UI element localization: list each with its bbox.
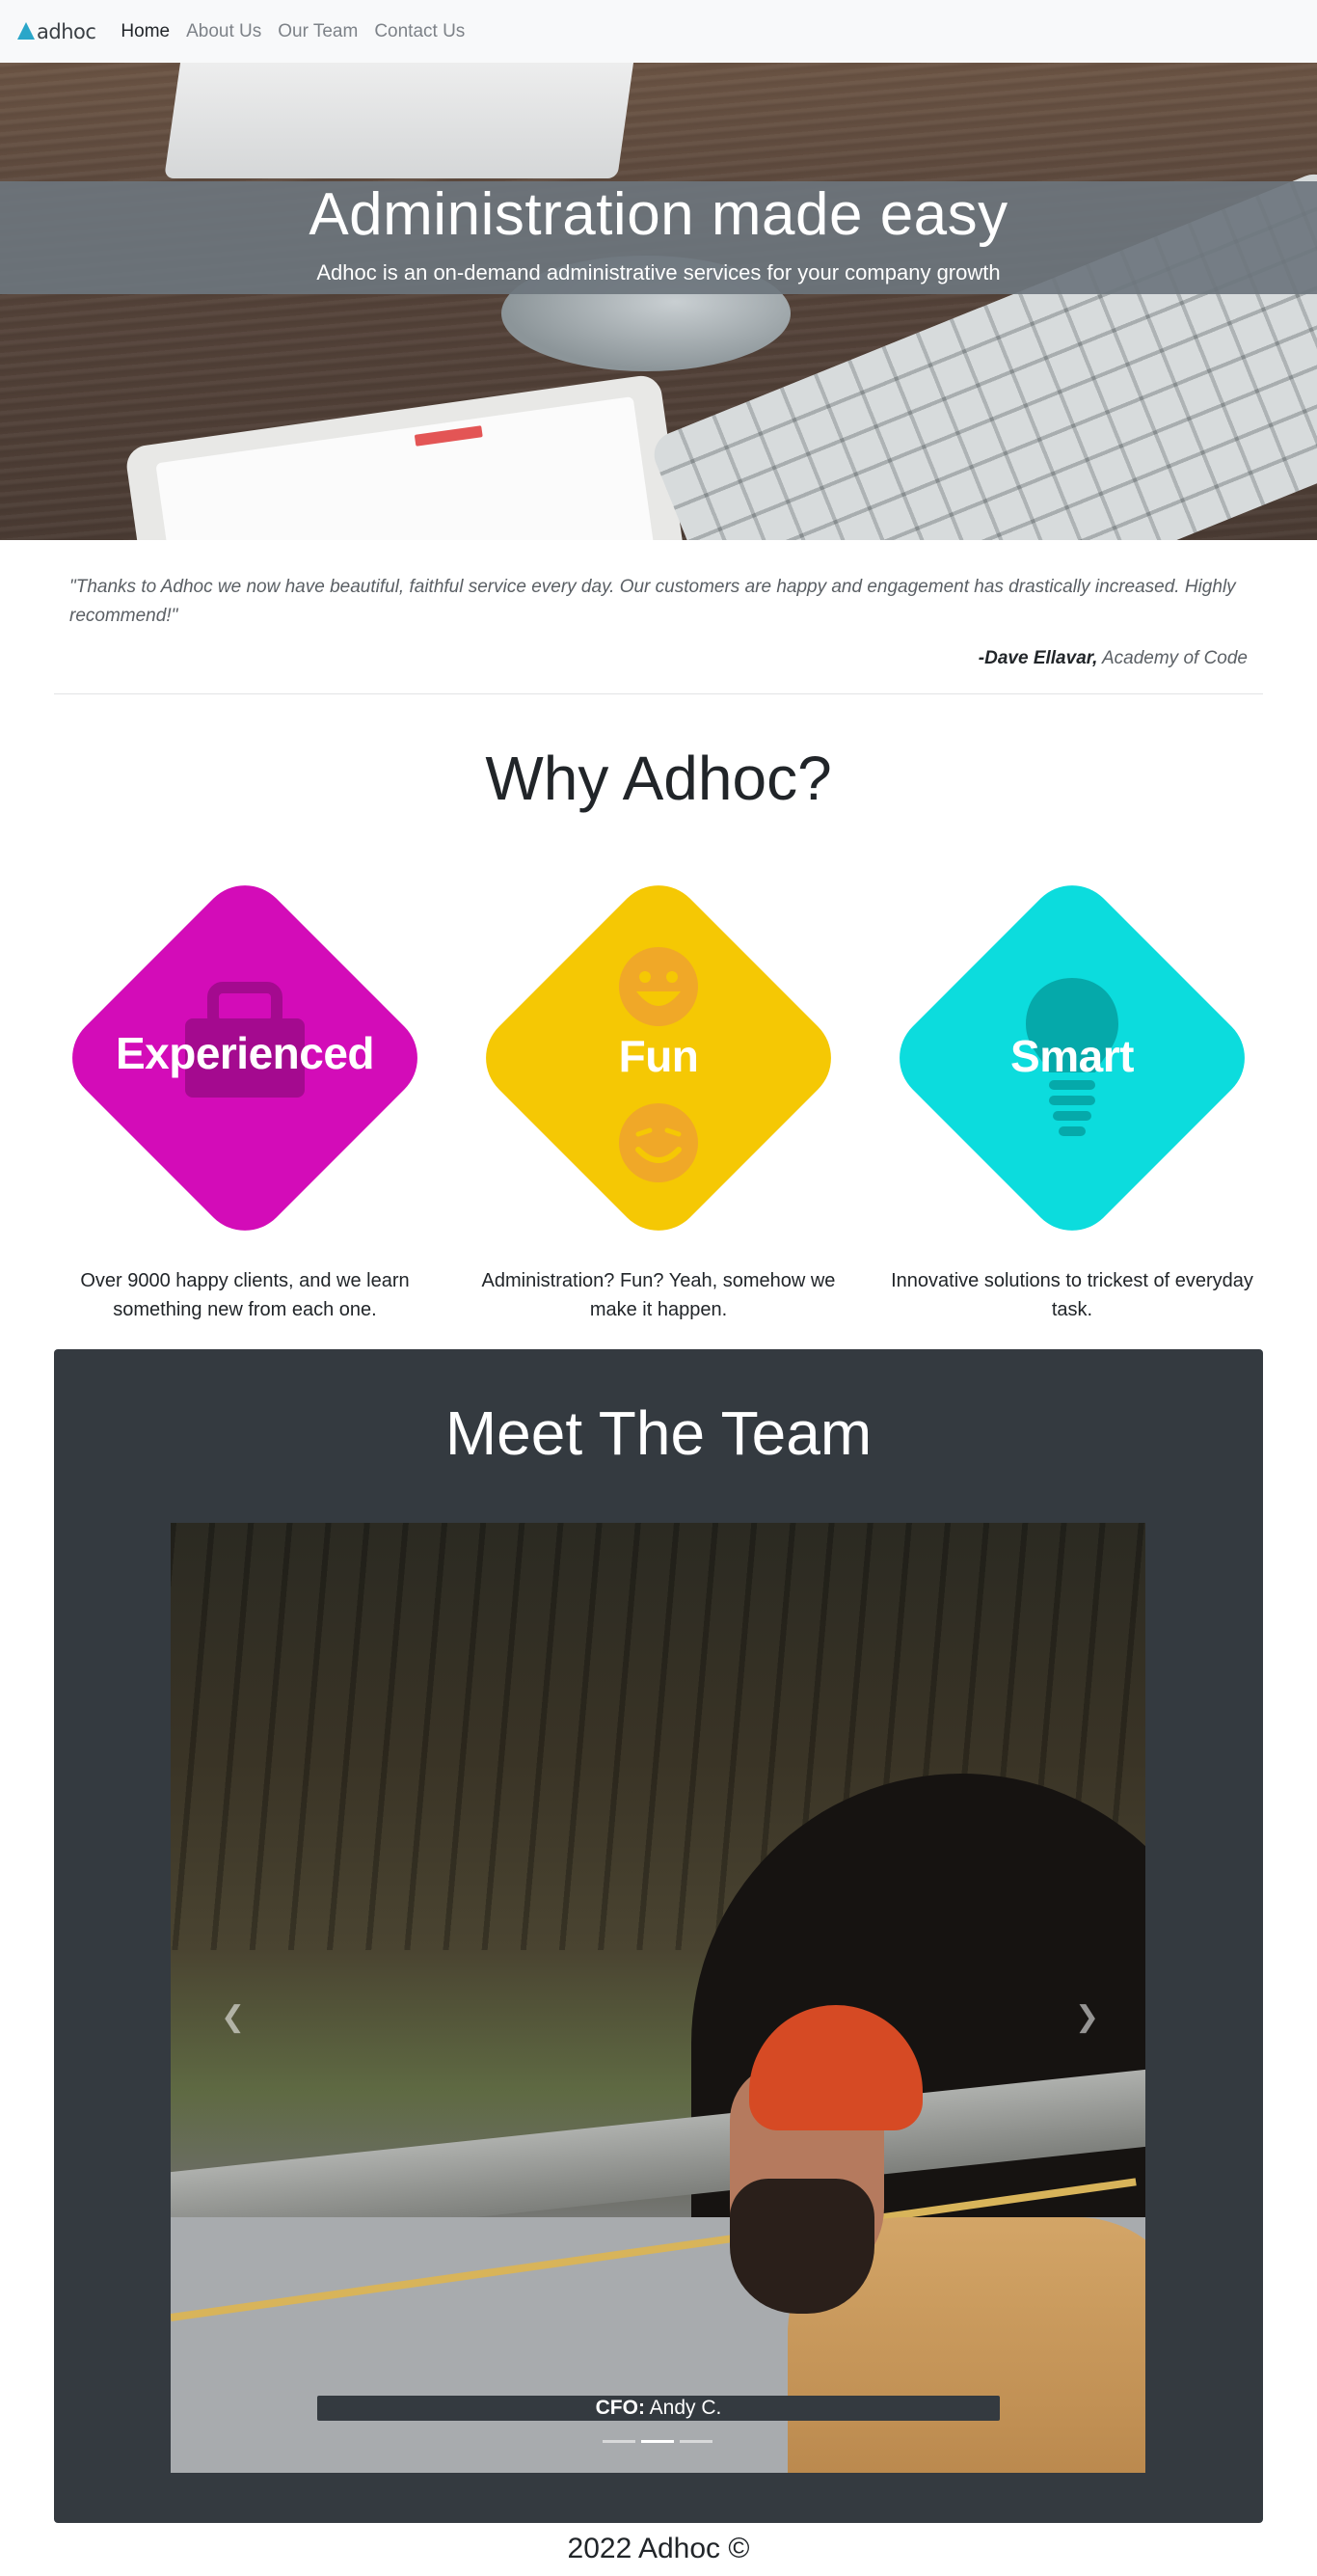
brand-logo[interactable]: adhoc <box>17 19 96 43</box>
team-carousel[interactable]: ❮ ❯ CFO: Andy C. <box>171 1523 1145 2473</box>
caption-role: CFO: <box>595 2397 645 2419</box>
brand-name: adhoc <box>37 19 96 43</box>
navbar: adhoc Home About Us Our Team Contact Us <box>0 0 1317 63</box>
card-description-smart: Innovative solutions to trickest of ever… <box>891 1270 1253 1320</box>
card-description-fun: Administration? Fun? Yeah, somehow we ma… <box>481 1270 836 1320</box>
carousel-prev-icon[interactable]: ❮ <box>221 2000 245 2034</box>
team-heading: Meet The Team <box>444 1398 873 1468</box>
logo-triangle-icon <box>17 21 35 40</box>
nav-link-home[interactable]: Home <box>121 21 170 42</box>
card-label-fun: Fun <box>618 1031 699 1081</box>
nav-link-about-us[interactable]: About Us <box>186 21 261 42</box>
hero-text-band: Administration made easy Adhoc is an on-… <box>0 181 1317 294</box>
card-label-smart: Smart <box>1010 1031 1134 1081</box>
team-section: Meet The Team ❮ ❯ CFO: Andy C. <box>54 1349 1263 2523</box>
caption-name: Andy C. <box>644 2397 722 2419</box>
carousel-next-icon[interactable]: ❯ <box>1075 2000 1099 2034</box>
carousel-indicator-2[interactable] <box>641 2440 674 2443</box>
carousel-indicator-3[interactable] <box>680 2440 712 2443</box>
testimonial-attribution: -Dave Ellavar, Academy of Code <box>979 648 1248 669</box>
testimonial-company: Academy of Code <box>1101 648 1248 668</box>
card-smart: Smart <box>881 867 1263 1249</box>
carousel-caption: CFO: Andy C. <box>317 2396 1000 2421</box>
card-label-experienced: Experienced <box>115 1028 375 1078</box>
smiley-icon <box>619 947 698 1026</box>
carousel-indicators <box>603 2440 712 2443</box>
card-fun: Fun <box>468 867 849 1249</box>
card-experienced: Experienced <box>54 867 436 1249</box>
hero-monitor-image <box>164 63 636 178</box>
testimonial-author: -Dave Ellavar, <box>978 648 1098 668</box>
hero-title: Administration made easy <box>309 181 1008 248</box>
footer-copyright: 2022 Adhoc © <box>567 2533 750 2564</box>
section-divider <box>54 693 1263 694</box>
testimonial-quote: "Thanks to Adhoc we now have beautiful, … <box>69 577 1236 626</box>
winking-smiley-icon <box>619 1103 698 1182</box>
card-description-experienced: Over 9000 happy clients, and we learn so… <box>80 1270 410 1320</box>
hero-subtitle: Adhoc is an on-demand administrative ser… <box>316 260 1001 285</box>
nav-link-our-team[interactable]: Our Team <box>278 21 358 42</box>
why-adhoc-heading: Why Adhoc? <box>485 744 832 813</box>
hero-banner: Administration made easy Adhoc is an on-… <box>0 63 1317 540</box>
nav-link-contact-us[interactable]: Contact Us <box>374 21 465 42</box>
carousel-indicator-1[interactable] <box>603 2440 635 2443</box>
